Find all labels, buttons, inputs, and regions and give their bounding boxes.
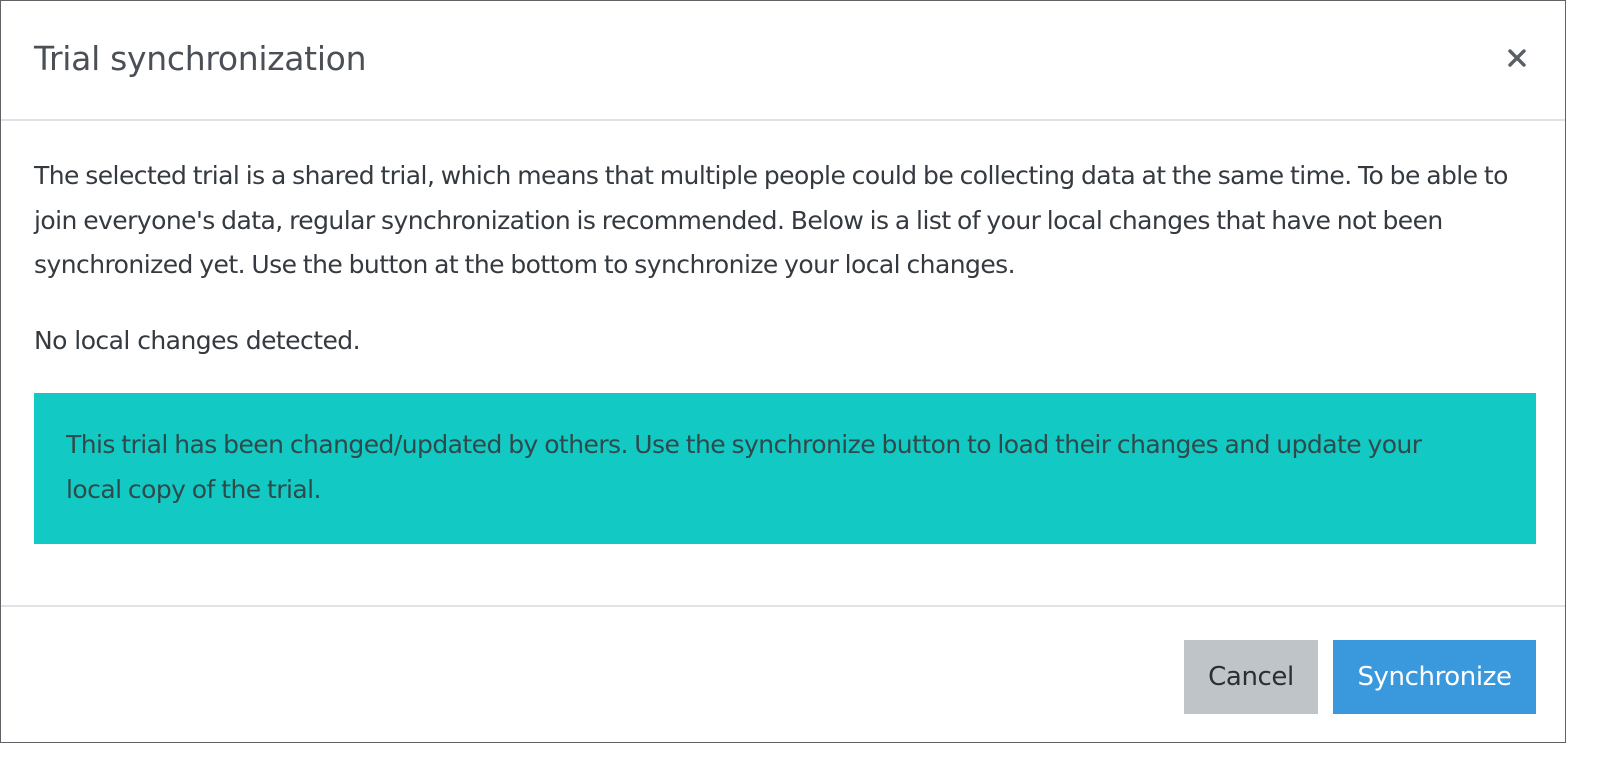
dialog-header: Trial synchronization bbox=[1, 1, 1565, 121]
cancel-button[interactable]: Cancel bbox=[1184, 640, 1318, 714]
close-icon bbox=[1508, 49, 1526, 67]
intro-text: The selected trial is a shared trial, wh… bbox=[34, 161, 1508, 279]
info-alert: This trial has been changed/updated by o… bbox=[34, 393, 1536, 544]
close-button[interactable] bbox=[1499, 35, 1535, 75]
info-alert-text: This trial has been changed/updated by o… bbox=[66, 430, 1422, 504]
dialog-footer: Cancel Synchronize bbox=[1, 605, 1565, 744]
dialog-body: The selected trial is a shared trial, wh… bbox=[1, 121, 1565, 605]
no-changes-text: No local changes detected. bbox=[34, 326, 361, 355]
synchronize-button[interactable]: Synchronize bbox=[1333, 640, 1536, 714]
trial-sync-dialog: Trial synchronization The selected trial… bbox=[0, 0, 1566, 743]
dialog-title: Trial synchronization bbox=[34, 39, 367, 78]
